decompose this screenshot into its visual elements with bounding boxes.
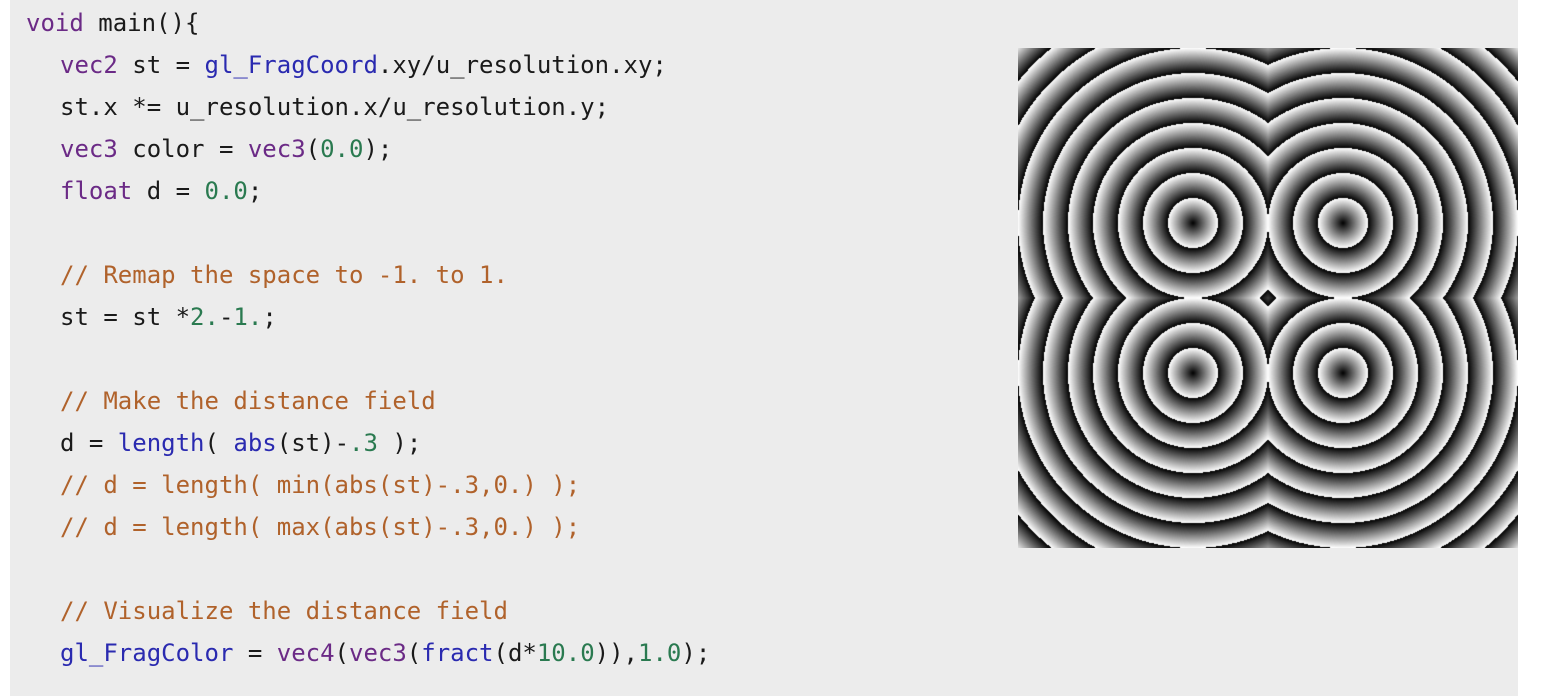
code-line[interactable] xyxy=(26,212,710,254)
code-token: 1.0 xyxy=(638,639,682,667)
code-line[interactable]: // Make the distance field xyxy=(26,380,710,422)
code-token: .3 xyxy=(349,429,378,457)
code-token: ); xyxy=(377,429,422,457)
code-token: float xyxy=(60,177,133,205)
code-token: main(){ xyxy=(83,9,200,37)
shader-preview-canvas xyxy=(1018,48,1518,548)
code-token: length xyxy=(117,429,205,457)
code-token: gl_FragColor xyxy=(60,639,234,667)
code-token: 0.0 xyxy=(320,135,364,163)
code-line[interactable]: // d = length( min(abs(st)-.3,0.) ); xyxy=(26,464,710,506)
code-token: 2. xyxy=(190,303,219,331)
code-token: abs xyxy=(233,429,277,457)
code-line[interactable]: st = st *2.-1.; xyxy=(26,296,710,338)
code-token: // Remap the space to -1. to 1. xyxy=(60,261,508,289)
code-token: 1. xyxy=(233,303,263,331)
code-token: d = xyxy=(60,429,118,457)
code-line[interactable]: vec3 color = vec3(0.0); xyxy=(26,128,710,170)
code-token: // d = length( min(abs(st)-.3,0.) ); xyxy=(60,471,581,499)
code-token: ( xyxy=(406,639,422,667)
code-token: - xyxy=(218,303,234,331)
code-token: 10.0 xyxy=(536,639,595,667)
code-line[interactable]: float d = 0.0; xyxy=(26,170,710,212)
code-token: d = xyxy=(132,177,205,205)
code-content[interactable]: void main(){vec2 st = gl_FragCoord.xy/u_… xyxy=(26,2,710,674)
code-line[interactable]: // Remap the space to -1. to 1. xyxy=(26,254,710,296)
code-token: ; xyxy=(247,177,263,205)
code-line[interactable]: d = length( abs(st)-.3 ); xyxy=(26,422,710,464)
code-token: color = xyxy=(117,135,248,163)
code-line[interactable]: st.x *= u_resolution.x/u_resolution.y; xyxy=(26,86,710,128)
code-token: fract xyxy=(421,639,494,667)
code-token: void xyxy=(26,9,84,37)
code-token: vec2 xyxy=(60,51,118,79)
code-token: .xy/u_resolution.xy; xyxy=(377,51,667,79)
code-token: st = xyxy=(117,51,205,79)
code-token: ( xyxy=(334,639,349,667)
code-line[interactable]: // Visualize the distance field xyxy=(26,590,710,632)
code-token: ); xyxy=(363,135,393,163)
code-line[interactable]: vec2 st = gl_FragCoord.xy/u_resolution.x… xyxy=(26,44,710,86)
code-token: // Make the distance field xyxy=(60,387,436,415)
code-line[interactable] xyxy=(26,548,710,590)
code-token: // Visualize the distance field xyxy=(60,597,508,625)
code-token: vec3 xyxy=(60,135,118,163)
code-token: ( xyxy=(305,135,321,163)
code-line[interactable]: // d = length( max(abs(st)-.3,0.) ); xyxy=(26,506,710,548)
code-token: = xyxy=(233,639,277,667)
code-token: )), xyxy=(594,639,639,667)
code-token: vec4 xyxy=(276,639,335,667)
code-token: st = st * xyxy=(60,303,191,331)
code-line[interactable]: void main(){ xyxy=(26,2,710,44)
code-token: ( xyxy=(204,429,234,457)
code-token: 0.0 xyxy=(204,177,248,205)
code-token: vec3 xyxy=(247,135,306,163)
code-token: (st)- xyxy=(276,429,350,457)
code-token: gl_FragCoord xyxy=(204,51,378,79)
code-line[interactable]: gl_FragColor = vec4(vec3(fract(d*10.0)),… xyxy=(26,632,710,674)
code-token: // d = length( max(abs(st)-.3,0.) ); xyxy=(60,513,581,541)
code-token: vec3 xyxy=(349,639,407,667)
code-token: st.x *= u_resolution.x/u_resolution.y; xyxy=(60,93,610,121)
code-line[interactable] xyxy=(26,338,710,380)
code-token: ); xyxy=(681,639,711,667)
code-token: (d* xyxy=(493,639,537,667)
code-token: ; xyxy=(262,303,277,331)
